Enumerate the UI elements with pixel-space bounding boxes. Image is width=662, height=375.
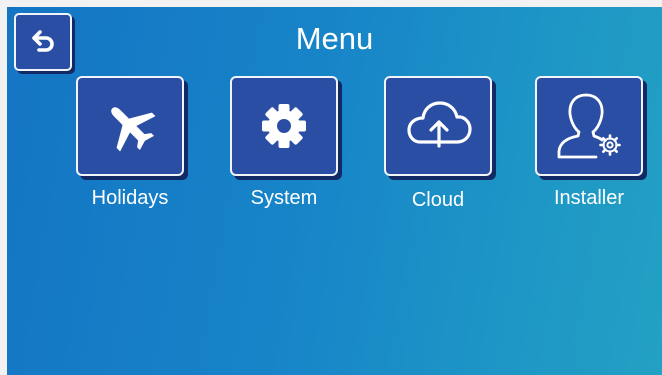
holidays-label: Holidays <box>91 187 169 209</box>
menu-item-holidays[interactable]: Holidays <box>76 76 184 210</box>
page-title: Menu <box>295 21 374 56</box>
airplane-icon <box>100 96 160 156</box>
menu-item-installer[interactable]: Installer <box>535 76 643 210</box>
user-settings-icon <box>553 91 625 161</box>
system-label: System <box>250 187 318 209</box>
cloud-button[interactable] <box>384 76 492 176</box>
installer-label: Installer <box>553 187 625 209</box>
cloud-upload-icon <box>402 96 474 156</box>
menu-item-cloud[interactable]: Cloud <box>384 76 492 212</box>
gear-icon <box>255 97 313 155</box>
menu-item-system[interactable]: System <box>230 76 338 210</box>
holidays-button[interactable] <box>76 76 184 176</box>
system-button[interactable] <box>230 76 338 176</box>
installer-button[interactable] <box>535 76 643 176</box>
menu-screen: Menu Holidays System Cloud Installer <box>7 7 662 375</box>
cloud-label: Cloud <box>411 189 465 211</box>
